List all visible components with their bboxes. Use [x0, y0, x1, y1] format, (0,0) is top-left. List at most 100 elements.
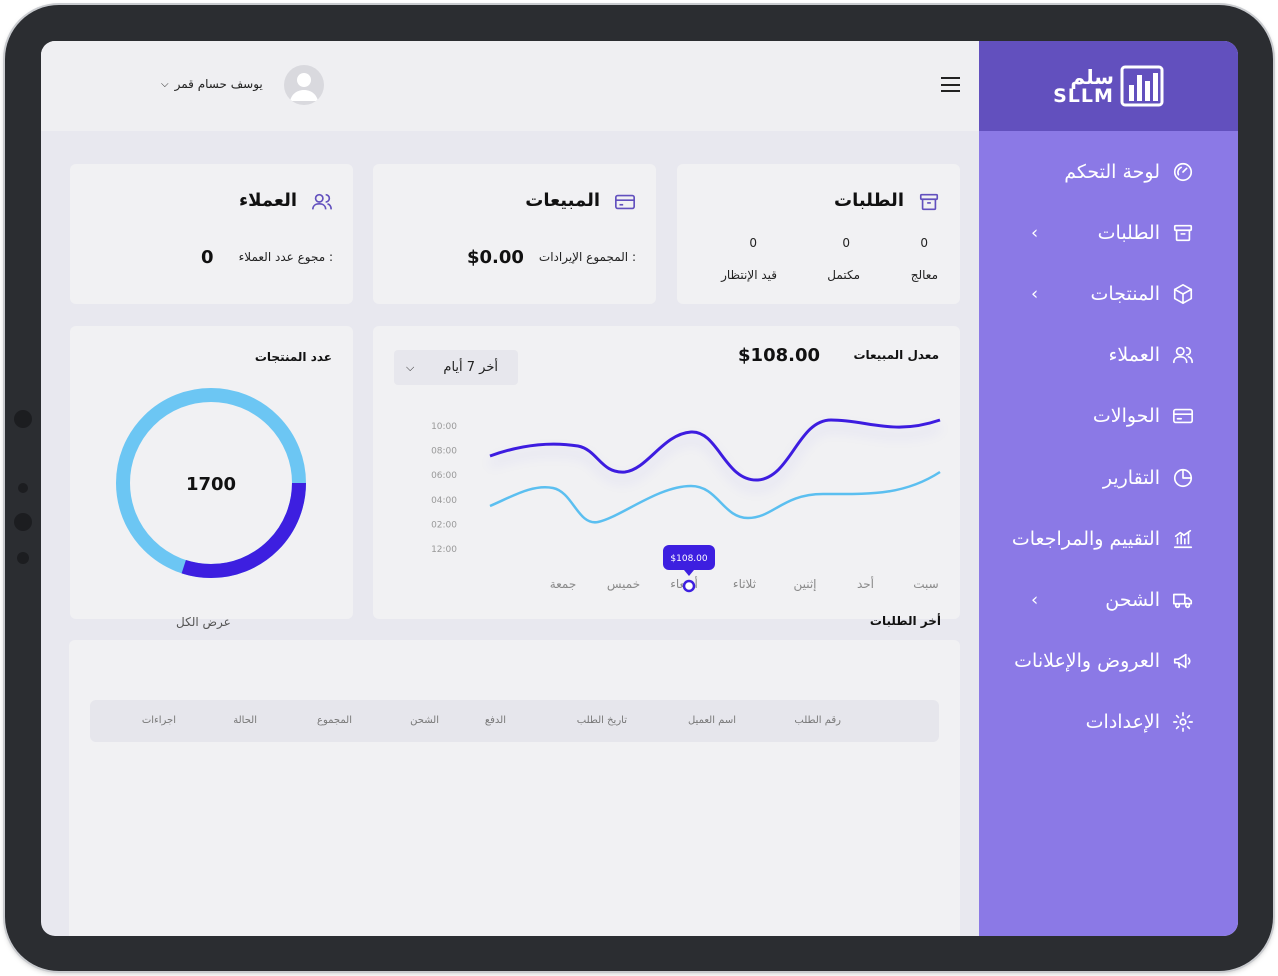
sidebar-item-label: التقارير	[1102, 466, 1160, 489]
sidebar: سلم SLLM لوحة التحكم ‹ الطلبات ‹ المنتجات الع…	[979, 41, 1238, 936]
x-day-label: أحد	[857, 576, 874, 591]
tooltip-value: $108.00	[670, 554, 707, 564]
logo-mark-icon	[1120, 65, 1164, 107]
sidebar-item-label: المنتجات	[1090, 282, 1160, 305]
sales-total-label: المجموع الإيرادات :	[538, 250, 636, 264]
orders-stat-value: 0	[920, 236, 928, 250]
archive-box-icon	[919, 193, 939, 211]
archive-box-icon	[1172, 222, 1194, 244]
orders-stat-label: معالج	[910, 268, 938, 282]
bar-chart-icon	[1172, 528, 1194, 550]
x-day-label: ثلاثاء	[733, 577, 756, 591]
orders-stat-label: قيد الإنتظار	[721, 268, 777, 282]
orders-stat-value: 0	[749, 236, 757, 250]
sidebar-item-label: الإعدادات	[1085, 711, 1160, 734]
credit-card-icon	[1172, 405, 1194, 427]
sidebar-menu: لوحة التحكم ‹ الطلبات ‹ المنتجات العملاء الحوا…	[979, 141, 1238, 753]
customers-card-title: العملاء	[238, 190, 297, 211]
gauge-icon	[1172, 161, 1194, 183]
sales-line-chart: 10:00 08:00 06:00 04:00 02:00 12:00 سبت أحد إثن…	[431, 418, 941, 593]
sidebar-item-label: الطلبات	[1097, 221, 1160, 244]
products-count-card: عدد المنتجات 1700	[70, 326, 353, 619]
sidebar-item-7[interactable]: التقييم والمراجعات	[979, 508, 1238, 569]
table-column-header[interactable]: رقم الطلب	[794, 715, 841, 726]
sidebar-item-label: التقييم والمراجعات	[1011, 527, 1160, 550]
device-button	[17, 552, 29, 564]
table-column-header[interactable]: تاريخ الطلب	[577, 715, 627, 726]
sales-card-title: المبيعات	[525, 190, 600, 211]
orders-card: الطلبات 0 معالج 0 مكتمل 0 قيد الإنتظار	[677, 164, 960, 304]
users-icon	[312, 193, 332, 210]
gear-icon	[1172, 711, 1194, 733]
cube-icon	[1172, 283, 1194, 305]
top-header: ⌵ يوسف حسام قمر	[41, 41, 979, 131]
sidebar-item-1[interactable]: لوحة التحكم	[979, 141, 1238, 202]
table-column-header[interactable]: اسم العميل	[688, 715, 736, 726]
users-icon	[1172, 344, 1194, 366]
screen: ⌵ يوسف حسام قمر سلم SLLM لوحة التحكم ‹ الط…	[41, 41, 1238, 936]
sales-card: المبيعات المجموع الإيرادات : $0.00	[373, 164, 656, 304]
x-day-label: خميس	[607, 577, 640, 592]
chevron-down-icon: ⌵	[161, 78, 169, 90]
x-day-label: سبت	[913, 577, 938, 591]
sidebar-item-3[interactable]: ‹ المنتجات	[979, 263, 1238, 324]
device-button	[14, 513, 32, 531]
brand-logo: سلم SLLM	[1053, 65, 1164, 107]
table-column-header[interactable]: الشحن	[410, 715, 439, 726]
device-camera	[14, 410, 32, 428]
sidebar-item-6[interactable]: التقارير	[979, 447, 1238, 508]
y-tick-label: 08:00	[431, 447, 457, 457]
table-column-header[interactable]: الحالة	[233, 715, 257, 726]
brand-name-en: SLLM	[1053, 84, 1114, 107]
sidebar-item-label: لوحة التحكم	[1064, 160, 1160, 183]
sidebar-item-10[interactable]: الإعدادات	[979, 692, 1238, 753]
chevron-left-icon: ‹	[1031, 283, 1039, 305]
orders-table-header: رقم الطلب اسم العميل تاريخ الطلب الدفع الشحن…	[90, 700, 939, 742]
truck-icon	[1172, 589, 1194, 611]
orders-stat-label: مكتمل	[827, 268, 860, 282]
sidebar-item-8[interactable]: ‹ الشحن	[979, 569, 1238, 630]
customers-total-label: مجوع عدد العملاء :	[238, 250, 333, 264]
user-name: يوسف حسام قمر	[174, 77, 263, 91]
y-tick-label: 12:00	[431, 545, 457, 555]
x-day-label: إثنين	[793, 577, 816, 592]
donut-total-value: 1700	[186, 474, 236, 495]
view-all-link[interactable]: عرض الكل	[176, 615, 231, 629]
avatar[interactable]	[284, 65, 324, 105]
x-day-label: جمعة	[550, 577, 577, 591]
latest-orders-title: أخر الطلبات	[869, 614, 941, 628]
sidebar-item-label: العروض والإعلانات	[1014, 650, 1160, 673]
user-menu[interactable]: ⌵ يوسف حسام قمر	[161, 77, 263, 91]
y-tick-label: 10:00	[431, 422, 457, 432]
table-column-header[interactable]: المجموع	[317, 715, 352, 726]
products-donut-chart: 1700	[116, 388, 306, 578]
sidebar-item-9[interactable]: العروض والإعلانات	[979, 631, 1238, 692]
table-column-header[interactable]: اجراءات	[142, 715, 176, 726]
pie-chart-icon	[1172, 467, 1194, 489]
hamburger-menu-icon[interactable]	[941, 77, 960, 92]
y-tick-label: 04:00	[431, 496, 457, 506]
y-tick-label: 02:00	[431, 520, 457, 530]
sidebar-item-5[interactable]: الحوالات	[979, 386, 1238, 447]
credit-card-icon	[615, 194, 635, 210]
chevron-left-icon: ‹	[1031, 589, 1039, 611]
brand-name-ar: سلم	[1070, 64, 1114, 89]
table-column-header[interactable]: الدفع	[485, 715, 506, 726]
series-line-primary	[489, 418, 941, 482]
y-tick-label: 06:00	[431, 471, 457, 481]
sidebar-item-label: الحوالات	[1092, 405, 1160, 428]
logo-bar: سلم SLLM	[979, 41, 1238, 131]
orders-stat-value: 0	[842, 236, 850, 250]
sidebar-item-label: العملاء	[1108, 344, 1161, 367]
sales-rate-card: معدل المبيعات $108.00 ⌵ أخر 7 أيام 10:00…	[373, 326, 960, 619]
latest-orders-panel	[69, 640, 960, 936]
device-sensor	[18, 483, 28, 493]
series-line-secondary	[489, 470, 941, 524]
chart-point-marker[interactable]	[682, 579, 696, 593]
customers-card: العملاء مجوع عدد العملاء : 0	[70, 164, 353, 304]
sidebar-item-2[interactable]: ‹ الطلبات	[979, 202, 1238, 263]
sidebar-item-4[interactable]: العملاء	[979, 325, 1238, 386]
sales-total-value: $0.00	[467, 247, 524, 268]
sidebar-item-label: الشحن	[1105, 588, 1160, 611]
orders-card-title: الطلبات	[833, 190, 904, 211]
